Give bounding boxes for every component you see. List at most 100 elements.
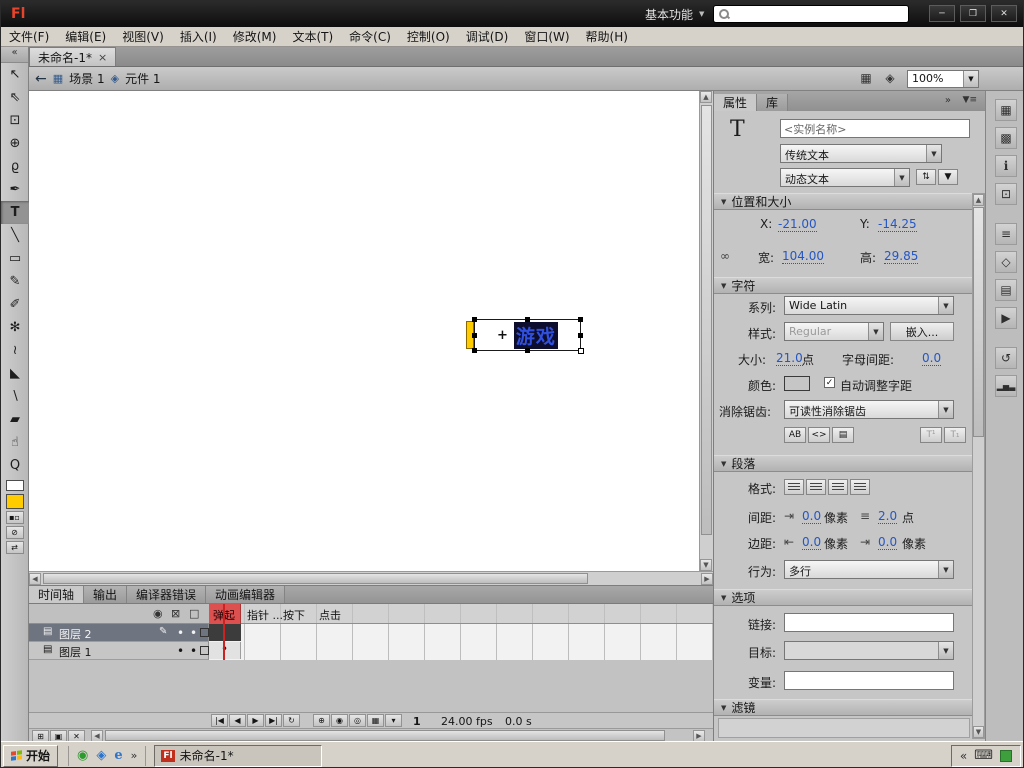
- font-size-value[interactable]: 21.0: [776, 351, 803, 366]
- superscript-button[interactable]: T¹: [920, 427, 942, 443]
- section-filters[interactable]: ▼ 滤镜: [714, 699, 986, 716]
- transform-handle-bm[interactable]: [525, 348, 530, 353]
- justify-button[interactable]: [850, 479, 870, 495]
- start-button[interactable]: 开始: [3, 744, 59, 767]
- no-color-button[interactable]: ⊘: [5, 526, 24, 539]
- tray-collapse-chevron-icon[interactable]: «: [960, 749, 967, 763]
- deco-tool[interactable]: ✻: [1, 316, 29, 339]
- align-right-button[interactable]: [828, 479, 848, 495]
- instance-name-input[interactable]: [780, 119, 970, 138]
- menu-commands[interactable]: 命令(C): [341, 26, 399, 47]
- transform-panel-icon[interactable]: ⊡: [995, 183, 1017, 205]
- internet-explorer-quicklaunch-icon[interactable]: e: [114, 748, 122, 763]
- edit-multiple-frames-button[interactable]: ▦: [367, 714, 384, 727]
- variable-input[interactable]: [784, 671, 954, 690]
- go-to-first-frame-button[interactable]: |◀: [211, 714, 228, 727]
- tab-motion-editor[interactable]: 动画编辑器: [206, 586, 286, 603]
- edit-scene-button[interactable]: ▦: [857, 71, 875, 87]
- left-margin-value[interactable]: 0.0: [802, 535, 822, 550]
- zoom-level-select[interactable]: 100% ▼: [907, 70, 979, 88]
- anti-alias-select[interactable]: 可读性消除锯齿 ▼: [784, 400, 954, 419]
- subselection-tool[interactable]: ⇖: [1, 86, 29, 109]
- collapse-tools-panel-button[interactable]: «: [1, 47, 28, 63]
- loop-button[interactable]: ↻: [283, 714, 300, 727]
- frame-label-over[interactable]: 指针 ...: [247, 607, 283, 623]
- tab-properties[interactable]: 属性: [714, 94, 758, 111]
- menu-debug[interactable]: 调试(D): [458, 26, 517, 47]
- breadcrumb-scene[interactable]: 场景 1: [69, 70, 104, 87]
- playhead-line[interactable]: [223, 604, 225, 666]
- transform-handle-ml[interactable]: [472, 333, 477, 338]
- right-margin-value[interactable]: 0.0: [878, 535, 898, 550]
- scroll-right-icon[interactable]: ▶: [701, 573, 713, 585]
- onion-skin-outlines-button[interactable]: ◎: [349, 714, 366, 727]
- zoom-tool[interactable]: Q: [1, 454, 29, 477]
- tab-compiler-errors[interactable]: 编译器错误: [127, 586, 207, 603]
- vertical-scroll-thumb[interactable]: [701, 105, 712, 535]
- motion-presets-panel-icon[interactable]: ▶: [995, 307, 1017, 329]
- frame-label-hit[interactable]: 点击: [319, 607, 341, 623]
- onion-skin-button[interactable]: ◉: [331, 714, 348, 727]
- text-resize-handle-br[interactable]: [578, 348, 584, 354]
- timeline-scroll-thumb[interactable]: [105, 730, 665, 741]
- behavior-select[interactable]: 多行 ▼: [784, 560, 954, 579]
- selected-text-field[interactable]: + 游戏: [472, 317, 584, 354]
- menu-view[interactable]: 视图(V): [114, 26, 172, 47]
- subscript-button[interactable]: T₁: [944, 427, 966, 443]
- layer-1-lock-dot[interactable]: •: [190, 644, 197, 658]
- workspace-switcher[interactable]: 基本功能 ▼: [637, 4, 712, 24]
- line-tool[interactable]: ╲: [1, 224, 29, 247]
- letter-spacing-value[interactable]: 0.0: [922, 351, 942, 366]
- align-left-button[interactable]: [784, 479, 804, 495]
- tab-timeline[interactable]: 时间轴: [29, 586, 85, 603]
- section-character[interactable]: ▼ 字符: [714, 277, 986, 294]
- eraser-tool[interactable]: ▰: [1, 408, 29, 431]
- line-spacing-value[interactable]: 2.0: [878, 509, 898, 524]
- section-position-size[interactable]: ▼ 位置和大小: [714, 193, 986, 210]
- x-value[interactable]: -21.00: [778, 217, 817, 232]
- back-button[interactable]: ←: [35, 71, 47, 87]
- quick-launch-chevron-icon[interactable]: »: [131, 749, 138, 762]
- scroll-up-icon[interactable]: ▲: [700, 91, 712, 103]
- scroll-up-icon[interactable]: ▲: [973, 194, 984, 206]
- menu-file[interactable]: 文件(F): [1, 26, 57, 47]
- show-hide-all-layers-icon[interactable]: ◉: [153, 607, 163, 620]
- properties-scrollbar[interactable]: ▲ ▼: [972, 193, 985, 739]
- layer-1-name[interactable]: 图层 1: [59, 644, 92, 660]
- scroll-down-icon[interactable]: ▼: [700, 559, 712, 571]
- tab-output[interactable]: 输出: [84, 586, 128, 603]
- pen-tool[interactable]: ✒: [1, 178, 29, 201]
- modify-markers-button[interactable]: ▾: [385, 714, 402, 727]
- layer-1-outline-color[interactable]: [200, 646, 209, 655]
- transform-handle-mr[interactable]: [578, 333, 583, 338]
- selected-text[interactable]: 游戏: [513, 321, 558, 349]
- pencil-tool[interactable]: ✎: [1, 270, 29, 293]
- explorer-quicklaunch-icon[interactable]: ◈: [96, 748, 106, 763]
- history-panel-icon[interactable]: ↺: [995, 347, 1017, 369]
- edit-symbol-button[interactable]: ◈: [881, 71, 899, 87]
- close-button[interactable]: ✕: [991, 5, 1017, 22]
- stroke-color-swatch[interactable]: [5, 480, 24, 491]
- text-tool[interactable]: T: [1, 201, 29, 224]
- transform-handle-tl[interactable]: [472, 317, 477, 322]
- align-panel-icon[interactable]: ≡: [995, 223, 1017, 245]
- step-back-button[interactable]: ◀: [229, 714, 246, 727]
- bone-tool[interactable]: ≀: [1, 339, 29, 362]
- link-input[interactable]: [784, 613, 954, 632]
- render-html-button[interactable]: <>: [808, 427, 830, 443]
- menu-window[interactable]: 窗口(W): [516, 26, 577, 47]
- panel-menu-icon[interactable]: ▼≡: [963, 95, 977, 105]
- menu-edit[interactable]: 编辑(E): [57, 26, 114, 47]
- selectable-text-button[interactable]: AB: [784, 427, 806, 443]
- code-snippets-panel-icon[interactable]: ◇: [995, 251, 1017, 273]
- stats-panel-icon[interactable]: ▂▅▃: [995, 375, 1017, 397]
- paint-bucket-tool[interactable]: ◣: [1, 362, 29, 385]
- menu-text[interactable]: 文本(T): [284, 26, 341, 47]
- selection-tool[interactable]: ↖: [1, 63, 29, 86]
- width-value[interactable]: 104.00: [782, 249, 824, 264]
- hand-tool[interactable]: ☝: [1, 431, 29, 454]
- scroll-left-icon[interactable]: ◀: [29, 573, 41, 585]
- text-engine-select[interactable]: 传统文本 ▼: [780, 144, 942, 163]
- taskbar-task-flash[interactable]: Fl 未命名-1*: [154, 744, 323, 767]
- stage[interactable]: + 游戏: [29, 91, 699, 571]
